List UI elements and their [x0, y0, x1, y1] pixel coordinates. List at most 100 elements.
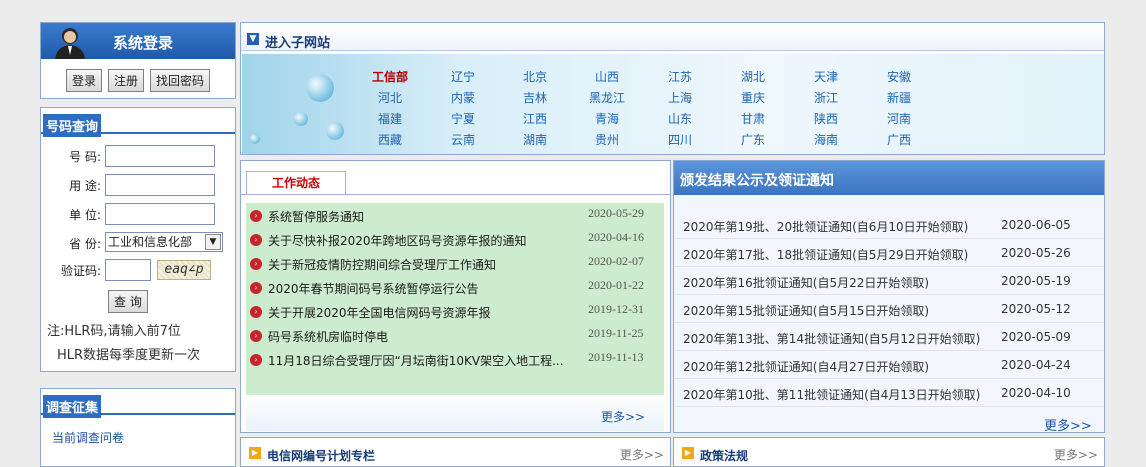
province-link[interactable]: 青海 — [577, 110, 637, 127]
numbering-plan-bar: ▶ 电信网编号计划专栏 更多>> — [240, 437, 671, 467]
news-item[interactable]: › 关于开展2020年全国电信网码号资源年报 2019-12-31 — [246, 301, 664, 323]
province-link[interactable]: 河北 — [360, 89, 420, 106]
province-link[interactable]: 广东 — [723, 131, 783, 148]
notice-title[interactable]: 2020年第10批、第11批领证通知(自4月13日开始领取) — [683, 386, 980, 403]
province-link[interactable]: 贵州 — [577, 131, 637, 148]
notice-item[interactable]: 2020年第10批、第11批领证通知(自4月13日开始领取) 2020-04-10 — [674, 379, 1104, 407]
news-item[interactable]: › 码号系统机房临时停电 2019-11-25 — [246, 325, 664, 347]
current-survey-link[interactable]: 当前调查问卷 — [52, 429, 124, 446]
notice-item[interactable]: 2020年第19批、20批领证通知(自6月10日开始领取) 2020-06-05 — [674, 211, 1104, 239]
province-link[interactable]: 新疆 — [869, 89, 929, 106]
policy-more-link[interactable]: 更多>> — [1054, 446, 1098, 463]
province-link[interactable]: 工信部 — [360, 68, 420, 85]
user-avatar-icon — [55, 28, 85, 59]
notice-title[interactable]: 2020年第12批领证通知(自4月27日开始领取) — [683, 358, 929, 375]
numbering-plan-more-link[interactable]: 更多>> — [620, 446, 664, 463]
province-link[interactable]: 内蒙 — [433, 89, 493, 106]
province-link[interactable]: 云南 — [433, 131, 493, 148]
news-title[interactable]: 关于新冠疫情防控期间综合受理厅工作通知 — [268, 256, 496, 273]
news-item[interactable]: › 关于新冠疫情防控期间综合受理厅工作通知 2020-02-07 — [246, 253, 664, 275]
province-row: 省 份: 工业和信息化部 ▼ — [41, 232, 235, 254]
notice-panel: 颁发结果公示及领证通知 2020年第19批、20批领证通知(自6月10日开始领取… — [673, 160, 1105, 434]
login-header: 系统登录 — [41, 23, 235, 59]
province-link[interactable]: 宁夏 — [433, 110, 493, 127]
news-title[interactable]: 11月18日综合受理厅因“月坛南街10KV架空入地工程... — [268, 352, 564, 369]
query-button[interactable]: 查 询 — [108, 290, 148, 313]
captcha-label: 验证码: — [60, 264, 101, 278]
province-link[interactable]: 海南 — [796, 131, 856, 148]
province-link[interactable]: 上海 — [650, 89, 710, 106]
notice-title[interactable]: 2020年第15批领证通知(自5月15日开始领取) — [683, 302, 929, 319]
subsite-header: ▼ 进入子网站 — [241, 23, 1104, 51]
province-link[interactable]: 江西 — [505, 110, 565, 127]
news-title[interactable]: 系统暂停服务通知 — [268, 208, 364, 225]
province-link[interactable]: 甘肃 — [723, 110, 783, 127]
number-input[interactable] — [105, 145, 215, 167]
province-link[interactable]: 广西 — [869, 131, 929, 148]
province-select[interactable]: 工业和信息化部 ▼ — [105, 232, 223, 252]
numbering-plan-title[interactable]: 电信网编号计划专栏 — [267, 447, 375, 464]
notice-item[interactable]: 2020年第12批领证通知(自4月27日开始领取) 2020-04-24 — [674, 351, 1104, 379]
province-link[interactable]: 湖南 — [505, 131, 565, 148]
news-item[interactable]: › 2020年春节期间码号系统暂停运行公告 2020-01-22 — [246, 277, 664, 299]
notice-item[interactable]: 2020年第15批领证通知(自5月15日开始领取) 2020-05-12 — [674, 295, 1104, 323]
news-item[interactable]: › 系统暂停服务通知 2020-05-29 — [246, 205, 664, 227]
province-link[interactable]: 辽宁 — [433, 68, 493, 85]
bubble-decoration — [326, 122, 344, 140]
captcha-input[interactable] — [105, 259, 151, 281]
notice-title[interactable]: 2020年第19批、20批领证通知(自6月10日开始领取) — [683, 218, 968, 235]
province-link[interactable]: 陕西 — [796, 110, 856, 127]
bullet-arrow-icon: › — [250, 210, 262, 222]
notice-more-link[interactable]: 更多>> — [1044, 415, 1092, 434]
chevron-down-icon[interactable]: ▼ — [205, 234, 221, 250]
news-item[interactable]: › 11月18日综合受理厅因“月坛南街10KV架空入地工程... 2019-11-1… — [246, 349, 664, 371]
province-link[interactable]: 山西 — [577, 68, 637, 85]
notice-title[interactable]: 2020年第13批、第14批领证通知(自5月12日开始领取) — [683, 330, 980, 347]
notice-header: 颁发结果公示及领证通知 — [674, 161, 1104, 195]
province-link[interactable]: 吉林 — [505, 89, 565, 106]
policy-title[interactable]: 政策法规 — [700, 447, 748, 464]
province-link[interactable]: 浙江 — [796, 89, 856, 106]
login-panel: 系统登录 登录 注册 找回密码 — [40, 22, 236, 99]
province-link[interactable]: 湖北 — [723, 68, 783, 85]
notice-item[interactable]: 2020年第13批、第14批领证通知(自5月12日开始领取) 2020-05-09 — [674, 323, 1104, 351]
news-date: 2020-05-29 — [588, 206, 644, 220]
news-more-link[interactable]: 更多>> — [601, 408, 645, 425]
news-title[interactable]: 2020年春节期间码号系统暂停运行公告 — [268, 280, 479, 297]
province-link[interactable]: 北京 — [505, 68, 565, 85]
notice-title[interactable]: 2020年第16批领证通知(自5月22日开始领取) — [683, 274, 929, 291]
news-item[interactable]: › 关于尽快补报2020年跨地区码号资源年报的通知 2020-04-16 — [246, 229, 664, 251]
query-header: 号码查询 — [41, 108, 235, 137]
notice-item[interactable]: 2020年第17批、18批领证通知(自5月29日开始领取) 2020-05-26 — [674, 239, 1104, 267]
province-link[interactable]: 江苏 — [650, 68, 710, 85]
notice-title[interactable]: 2020年第17批、18批领证通知(自5月29日开始领取) — [683, 246, 968, 263]
province-link[interactable]: 天津 — [796, 68, 856, 85]
login-button[interactable]: 登录 — [65, 69, 102, 92]
news-list: › 系统暂停服务通知 2020-05-29 › 关于尽快补报2020年跨地区码号资源年报… — [246, 203, 664, 395]
login-buttons: 登录 注册 找回密码 — [41, 69, 235, 92]
province-link[interactable]: 安徽 — [869, 68, 929, 85]
province-link[interactable]: 福建 — [360, 110, 420, 127]
captcha-row: 验证码: eaq∠p — [41, 259, 235, 281]
recover-password-button[interactable]: 找回密码 — [150, 69, 211, 92]
purpose-input[interactable] — [105, 174, 215, 196]
news-title[interactable]: 码号系统机房临时停电 — [268, 328, 388, 345]
query-title: 号码查询 — [43, 114, 102, 137]
survey-title: 调查征集 — [43, 395, 102, 418]
tab-work-news[interactable]: 工作动态 — [246, 171, 346, 195]
news-title[interactable]: 关于开展2020年全国电信网码号资源年报 — [268, 304, 491, 321]
province-link[interactable]: 西藏 — [360, 131, 420, 148]
province-link[interactable]: 山东 — [650, 110, 710, 127]
arrow-right-icon: ▶ — [249, 447, 261, 459]
unit-input[interactable] — [105, 203, 215, 225]
province-link[interactable]: 重庆 — [723, 89, 783, 106]
province-link[interactable]: 河南 — [869, 110, 929, 127]
subsite-banner: 工信部 辽宁 北京 山西 江苏 湖北 天津 安徽河北 内蒙 吉林 黑龙江 上海 重庆 浙江 新疆福建 宁夏 江西… — [242, 54, 1104, 154]
province-link[interactable]: 四川 — [650, 131, 710, 148]
notice-date: 2020-05-19 — [1001, 274, 1071, 288]
province-link[interactable]: 黑龙江 — [577, 89, 637, 106]
notice-item[interactable]: 2020年第16批领证通知(自5月22日开始领取) 2020-05-19 — [674, 267, 1104, 295]
news-title[interactable]: 关于尽快补报2020年跨地区码号资源年报的通知 — [268, 232, 527, 249]
register-button[interactable]: 注册 — [107, 69, 144, 92]
captcha-image[interactable]: eaq∠p — [157, 260, 211, 280]
